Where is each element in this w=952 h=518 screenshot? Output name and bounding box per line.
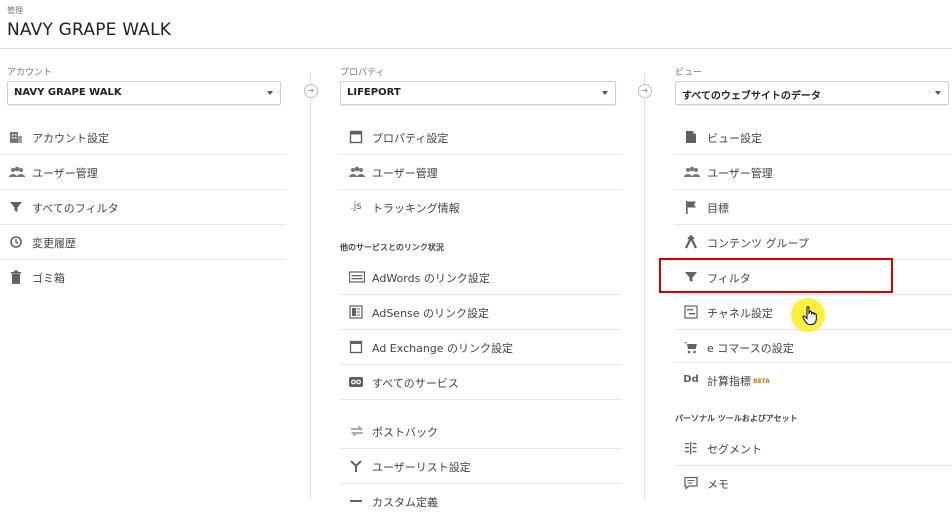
item-label: ユーザーリスト設定 [372, 461, 471, 474]
item-label: プロパティ設定 [372, 132, 449, 145]
item-label: トラッキング情報 [372, 202, 460, 215]
segment-icon [684, 441, 698, 455]
people-icon [349, 165, 365, 179]
postback-icon [349, 424, 364, 438]
item-label: メモ [707, 478, 729, 491]
item-label: カスタム定義 [372, 496, 438, 509]
property-select[interactable]: LIFEPORT [340, 81, 616, 105]
item-label: コンテンツ グループ [707, 237, 809, 250]
view-column-label: ビュー [675, 68, 703, 78]
channel-icon [684, 305, 698, 319]
js-icon: .js [350, 201, 362, 212]
account-column-label: アカウント [7, 68, 53, 78]
dd-icon: Dd [683, 374, 699, 385]
item-label: ユーザー管理 [707, 167, 773, 180]
item-label: 変更履歴 [32, 237, 76, 250]
content-grouping-item[interactable]: コンテンツ グループ [675, 225, 952, 260]
cart-icon [684, 340, 698, 354]
account-settings-item[interactable]: アカウント設定 [0, 120, 285, 155]
column-divider [310, 72, 311, 500]
flag-icon [684, 200, 698, 214]
item-label: AdWords のリンク設定 [372, 272, 490, 285]
view-select[interactable]: すべてのウェブサイトのデータ [675, 81, 949, 105]
adexchange-icon [349, 340, 363, 354]
custom-definitions-item[interactable]: カスタム定義 [340, 484, 621, 518]
caret-down-icon [267, 91, 273, 95]
view-select-value: すべてのウェブサイトのデータ [682, 91, 821, 102]
admin-header: 管理 NAVY GRAPE WALK [0, 0, 952, 49]
history-icon [9, 235, 23, 249]
tracking-info-item[interactable]: .js トラッキング情報 [340, 190, 621, 224]
trash-icon [9, 270, 23, 284]
item-label: ビュー設定 [707, 132, 762, 145]
building-icon [9, 130, 23, 144]
view-settings-item[interactable]: ビュー設定 [675, 120, 952, 155]
content-group-icon [684, 234, 698, 249]
calculated-metrics-item[interactable]: Dd 計算指標 BETA [675, 363, 952, 397]
item-label: Ad Exchange のリンク設定 [372, 342, 514, 355]
userlist-icon [349, 459, 363, 473]
arrow-right-icon: ➔ [638, 84, 652, 98]
account-user-management-item[interactable]: ユーザー管理 [0, 155, 285, 190]
property-column-label: プロパティ [340, 68, 385, 78]
item-label: AdSense のリンク設定 [372, 307, 490, 320]
item-label: 目標 [707, 202, 729, 215]
link-icon [349, 375, 363, 389]
adsense-link-item[interactable]: AdSense のリンク設定 [340, 295, 621, 330]
all-services-item[interactable]: すべてのサービス [340, 365, 621, 400]
memo-item[interactable]: メモ [675, 466, 952, 500]
property-icon [349, 130, 363, 144]
change-history-item[interactable]: 変更履歴 [0, 225, 285, 260]
filter-highlight-box [659, 258, 893, 293]
item-label: すべてのサービス [372, 377, 459, 390]
arrow-right-icon: ➔ [304, 84, 318, 98]
adsense-icon [349, 305, 363, 319]
property-settings-item[interactable]: プロパティ設定 [340, 120, 621, 155]
account-column: アカウント NAVY GRAPE WALK アカウント設定 ユーザー管理 すべて… [0, 48, 290, 500]
people-icon [684, 165, 700, 179]
beta-badge: BETA [753, 378, 770, 385]
account-select-value: NAVY GRAPE WALK [14, 87, 122, 98]
item-label: チャネル設定 [707, 307, 773, 320]
document-icon [684, 130, 698, 144]
column-divider [644, 72, 645, 500]
item-label: ポストバック [372, 426, 438, 439]
property-user-management-item[interactable]: ユーザー管理 [340, 155, 621, 190]
link-section-heading: 他のサービスとのリンク状況 [340, 243, 444, 252]
ecommerce-settings-item[interactable]: e コマースの設定 [675, 330, 952, 363]
tools-section-heading: パーソナル ツールおよびアセット [675, 414, 798, 423]
property-column: プロパティ LIFEPORT プロパティ設定 ユーザー管理 .js トラッキング… [325, 48, 621, 509]
goals-item[interactable]: 目標 [675, 190, 952, 225]
item-label: すべてのフィルタ [32, 202, 119, 215]
caret-down-icon [935, 91, 941, 95]
item-label: e コマースの設定 [707, 342, 794, 355]
item-label: セグメント [707, 443, 762, 456]
item-label: 計算指標 BETA [707, 375, 770, 388]
adwords-icon [348, 270, 366, 284]
account-select[interactable]: NAVY GRAPE WALK [7, 81, 281, 105]
filter-icon [9, 200, 23, 214]
admin-label: 管理 [7, 6, 23, 15]
caret-down-icon [602, 91, 608, 95]
all-filters-item[interactable]: すべてのフィルタ [0, 190, 285, 225]
trash-item[interactable]: ゴミ箱 [0, 260, 285, 294]
adwords-link-item[interactable]: AdWords のリンク設定 [340, 260, 621, 295]
adexchange-link-item[interactable]: Ad Exchange のリンク設定 [340, 330, 621, 365]
item-label: ユーザー管理 [32, 167, 98, 180]
item-label: アカウント設定 [32, 132, 109, 145]
account-title: NAVY GRAPE WALK [7, 20, 172, 40]
item-label: ユーザー管理 [372, 167, 438, 180]
view-user-management-item[interactable]: ユーザー管理 [675, 155, 952, 190]
user-list-settings-item[interactable]: ユーザーリスト設定 [340, 449, 621, 484]
hand-cursor-icon [802, 306, 818, 330]
people-icon [9, 165, 25, 179]
item-label: ゴミ箱 [32, 272, 65, 285]
postback-item[interactable]: ポストバック [340, 414, 621, 449]
segments-item[interactable]: セグメント [675, 431, 952, 466]
custom-icon [349, 494, 363, 508]
memo-icon [684, 476, 698, 490]
property-select-value: LIFEPORT [347, 87, 401, 98]
